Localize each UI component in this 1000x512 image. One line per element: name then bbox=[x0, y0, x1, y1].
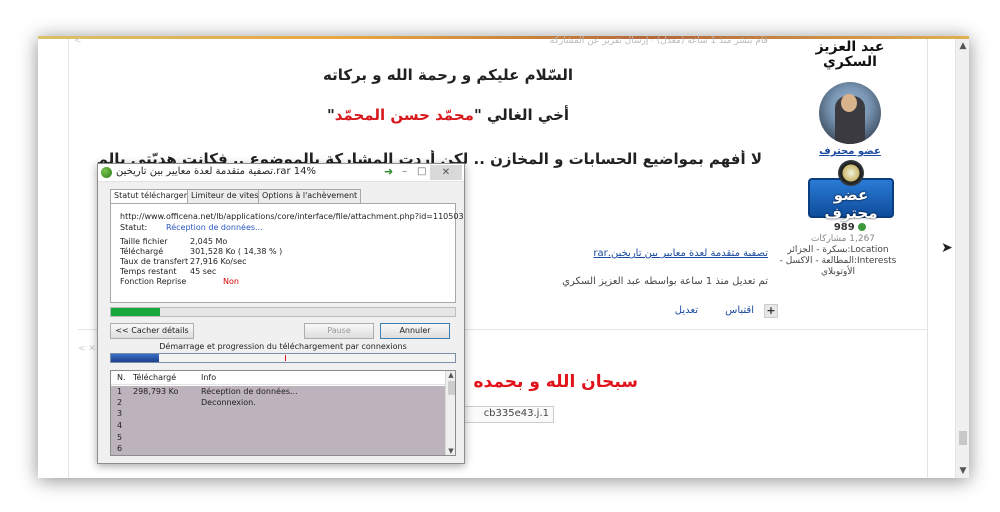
row-number: 4 bbox=[117, 421, 123, 430]
dialog-titlebar[interactable]: تصفية متقدمة لعدة معايير بين تاريخين.rar… bbox=[98, 164, 464, 182]
column-header-info[interactable]: Info bbox=[201, 373, 216, 382]
scrollbar-thumb[interactable] bbox=[959, 431, 967, 445]
share-icon[interactable]: < bbox=[74, 36, 82, 46]
attachment-tag[interactable]: cb335e43.j.1 bbox=[464, 406, 554, 423]
time-remaining-label: Temps restant bbox=[120, 267, 177, 276]
brother-name: محمّد حسن المحمّد bbox=[334, 106, 474, 124]
row-number: 2 bbox=[117, 398, 123, 407]
column-header-n[interactable]: N. bbox=[117, 373, 126, 382]
status-value: Réception de données... bbox=[166, 223, 263, 232]
edit-link[interactable]: تعديل bbox=[675, 305, 698, 316]
screenshot: < < ✕ قام بنشر منذ 1 ساعة (معدل) · إرسال… bbox=[0, 0, 1000, 512]
reputation-dot-icon bbox=[858, 223, 867, 231]
file-size-value: 2,045 Mo bbox=[190, 237, 228, 246]
download-url: http://www.officena.net/lb/applications/… bbox=[120, 212, 464, 221]
rank-badge: عضو محترف bbox=[808, 160, 894, 222]
brother-suffix: " bbox=[326, 106, 335, 124]
connections-caption: Démarrage et progression du téléchargeme… bbox=[159, 342, 407, 351]
author-location: Location:بسكرة - الجزائر bbox=[787, 245, 889, 255]
scroll-down-icon[interactable]: ▼ bbox=[956, 464, 969, 478]
arrow-right-icon[interactable]: ➜ bbox=[384, 165, 393, 178]
avatar-face bbox=[841, 94, 857, 112]
download-dialog: تصفية متقدمة لعدة معايير بين تاريخين.rar… bbox=[97, 163, 465, 464]
resume-label: Fonction Reprise bbox=[120, 277, 187, 286]
status-label: Statut: bbox=[120, 223, 148, 232]
post-brother-line: أخي الغالي "محمّد حسن المحمّد" bbox=[198, 106, 698, 124]
page-scrollbar[interactable]: ▲ ▼ bbox=[955, 39, 969, 478]
file-size-label: Taille fichier bbox=[120, 237, 168, 246]
author-interests: Interests:المطالعة - الاكسل - الأوتوبلاي bbox=[779, 256, 897, 277]
resume-value: Non bbox=[223, 277, 239, 286]
scrollbar-thumb[interactable] bbox=[448, 381, 455, 395]
transfer-rate-label: Taux de transfert bbox=[120, 257, 189, 266]
column-header-downloaded[interactable]: Téléchargé bbox=[133, 373, 176, 382]
scroll-up-icon[interactable]: ▲ bbox=[956, 39, 969, 53]
scroll-up-icon[interactable]: ▲ bbox=[446, 371, 455, 379]
table-body: 1 298,793 Ko Réception de données... 2 Deco… bbox=[111, 386, 445, 455]
post-greeting: السّلام عليكم و رحمة الله و بركاته bbox=[322, 66, 574, 84]
downloaded-value: 301,528 Ko ( 14,38 % ) bbox=[190, 247, 283, 256]
row-number: 5 bbox=[117, 433, 123, 442]
multiquote-plus-button[interactable]: + bbox=[764, 304, 778, 318]
table-row[interactable]: 5 bbox=[111, 433, 445, 443]
post-actions: + اقتباس تعديل bbox=[598, 304, 778, 320]
attachment-link[interactable]: تصفية متقدمة لعدة معايير بين تاريخين.rar bbox=[438, 248, 768, 259]
posts-count: 1,267 مشاركات bbox=[810, 234, 876, 244]
download-app-icon bbox=[101, 167, 112, 178]
rank-title-link[interactable]: عضو محترف bbox=[800, 146, 900, 157]
download-progress-bar bbox=[110, 307, 456, 317]
quote-link[interactable]: اقتباس bbox=[725, 305, 754, 316]
downloaded-label: Téléchargé bbox=[120, 247, 164, 256]
pause-button[interactable]: Pause bbox=[304, 323, 374, 339]
table-row[interactable]: 3 bbox=[111, 409, 445, 419]
author-username[interactable]: عبد العزيز السكري bbox=[800, 40, 900, 70]
connections-progress-fill bbox=[111, 354, 159, 362]
connections-progress-bar bbox=[110, 353, 456, 363]
row-number: 6 bbox=[117, 444, 123, 453]
share-icon[interactable]: < ✕ bbox=[78, 344, 96, 354]
status-panel: http://www.officena.net/lb/applications/… bbox=[110, 203, 464, 303]
row-info: Réception de données... bbox=[201, 387, 298, 396]
maximize-icon[interactable]: □ bbox=[417, 166, 426, 177]
row-number: 1 bbox=[117, 387, 123, 396]
mouse-cursor-icon: ➤ bbox=[941, 240, 953, 256]
table-scrollbar[interactable]: ▲ ▼ bbox=[445, 371, 455, 455]
table-row[interactable]: 4 bbox=[111, 421, 445, 431]
transfer-rate-value: 27,916 Ko/sec bbox=[190, 257, 247, 266]
avatar[interactable] bbox=[819, 82, 881, 144]
brother-prefix: أخي الغالي " bbox=[473, 106, 570, 124]
reputation-count: 989 bbox=[800, 222, 900, 233]
close-button[interactable]: ✕ bbox=[430, 165, 462, 180]
connections-table: N. Téléchargé Info 1 298,793 Ko Réception … bbox=[110, 370, 456, 456]
cancel-button[interactable]: Annuler bbox=[380, 323, 450, 339]
row-downloaded: 298,793 Ko bbox=[133, 387, 179, 396]
download-progress-fill bbox=[111, 308, 160, 316]
time-remaining-value: 45 sec bbox=[190, 267, 217, 276]
tab-completion-options[interactable]: Options à l'achèvement bbox=[258, 189, 362, 203]
row-number: 3 bbox=[117, 409, 123, 418]
owl-icon bbox=[838, 160, 864, 186]
rank-badge-text: عضو محترف bbox=[824, 186, 878, 222]
edited-by-note: تم تعديل منذ 1 ساعة بواسطه عبد العزيز ال… bbox=[562, 276, 768, 287]
table-row[interactable]: 2 Deconnexion. bbox=[111, 398, 445, 408]
row-info: Deconnexion. bbox=[201, 398, 256, 407]
second-post-text: سبحان الله و بحمده bbox=[473, 372, 638, 392]
table-row[interactable]: 6 bbox=[111, 444, 445, 454]
connection-marker bbox=[285, 355, 286, 361]
table-row[interactable]: 1 298,793 Ko Réception de données... bbox=[111, 387, 445, 397]
table-header: N. Téléchargé Info bbox=[111, 371, 445, 385]
dialog-title: تصفية متقدمة لعدة معايير بين تاريخين.rar… bbox=[116, 166, 316, 177]
post-meta: قام بنشر منذ 1 ساعة (معدل) · إرسال تقرير… bbox=[549, 36, 768, 46]
minimize-icon[interactable]: – bbox=[402, 166, 407, 177]
reputation-value: 989 bbox=[833, 222, 855, 233]
scroll-down-icon[interactable]: ▼ bbox=[446, 447, 455, 455]
hide-details-button[interactable]: << Cacher détails bbox=[110, 323, 194, 339]
